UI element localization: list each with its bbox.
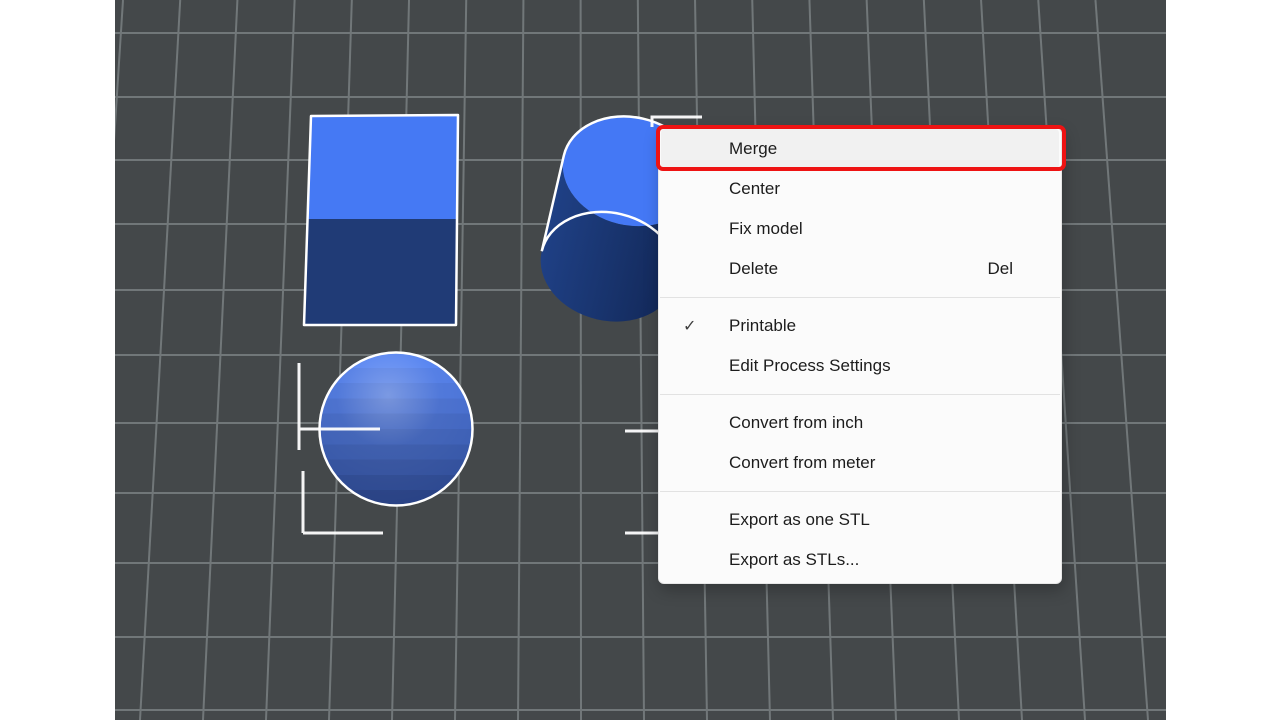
- menu-item-label: Center: [729, 179, 780, 199]
- cube-object[interactable]: [304, 115, 458, 325]
- menu-item-label: Delete: [729, 259, 778, 279]
- menu-item-convert-from-inch[interactable]: Convert from inch: [659, 403, 1061, 443]
- menu-item-center[interactable]: Center: [659, 169, 1061, 209]
- menu-item-delete[interactable]: Delete Del: [659, 249, 1061, 289]
- menu-separator: [660, 491, 1060, 492]
- menu-item-printable[interactable]: ✓ Printable: [659, 306, 1061, 346]
- menu-item-export-as-one-stl[interactable]: Export as one STL: [659, 500, 1061, 540]
- menu-item-label: Convert from meter: [729, 453, 875, 473]
- menu-item-label: Export as one STL: [729, 510, 870, 530]
- slicer-window: Merge Center Fix model Delete Del ✓ Printable E…: [0, 0, 1280, 720]
- menu-item-label: Merge: [729, 139, 777, 159]
- check-icon: ✓: [683, 316, 696, 336]
- menu-item-fix-model[interactable]: Fix model: [659, 209, 1061, 249]
- menu-item-label: Fix model: [729, 219, 803, 239]
- menu-item-merge[interactable]: Merge: [661, 129, 1059, 169]
- menu-separator: [660, 394, 1060, 395]
- menu-item-edit-process-settings[interactable]: Edit Process Settings: [659, 346, 1061, 386]
- menu-item-label: Printable: [729, 316, 796, 336]
- menu-item-export-as-stls[interactable]: Export as STLs...: [659, 540, 1061, 580]
- context-menu[interactable]: Merge Center Fix model Delete Del ✓ Printable E…: [658, 127, 1062, 584]
- menu-item-label: Export as STLs...: [729, 550, 859, 570]
- menu-item-label: Convert from inch: [729, 413, 863, 433]
- menu-separator: [660, 297, 1060, 298]
- menu-item-label: Edit Process Settings: [729, 356, 891, 376]
- menu-item-shortcut: Del: [987, 259, 1013, 279]
- menu-item-convert-from-meter[interactable]: Convert from meter: [659, 443, 1061, 483]
- merge-highlight-ring: [656, 125, 1066, 171]
